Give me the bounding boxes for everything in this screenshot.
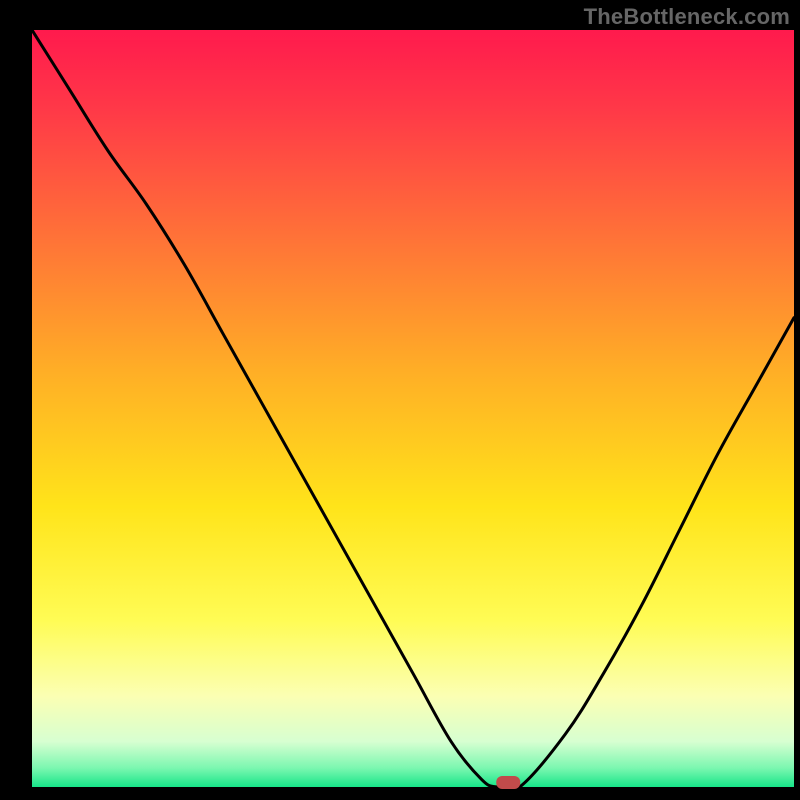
- chart-frame: TheBottleneck.com: [0, 0, 800, 800]
- optimum-marker: [496, 776, 520, 789]
- attribution-label: TheBottleneck.com: [584, 4, 790, 30]
- bottleneck-chart: [0, 0, 800, 800]
